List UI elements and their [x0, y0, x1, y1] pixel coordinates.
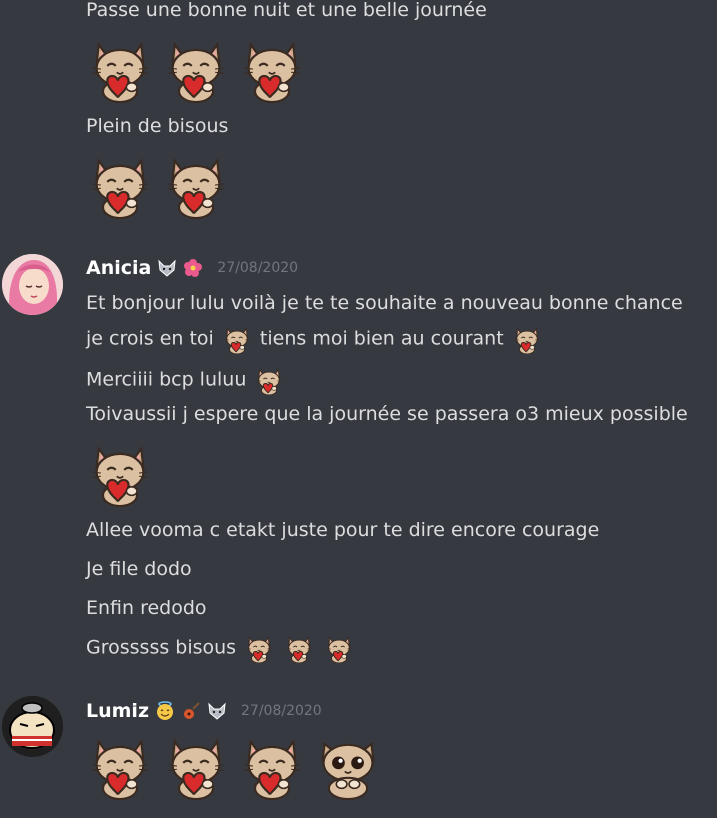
wolf-icon: [207, 701, 227, 721]
emoji-row: [86, 730, 382, 800]
angel-face-icon: [155, 701, 175, 721]
cat-heart-emoji-icon[interactable]: [162, 33, 230, 103]
message-text: Enfin redodo: [86, 597, 207, 619]
cat-heart-emoji-icon[interactable]: [86, 149, 154, 219]
message-text: Toivaussii j espere que la journée se pa…: [86, 403, 688, 425]
text-segment: je crois en toi: [86, 327, 214, 350]
cat-heart-emoji-icon[interactable]: [86, 437, 154, 507]
message-text: Passe une bonne nuit et une belle journé…: [86, 0, 487, 21]
emoji-row: [86, 33, 306, 103]
avatar[interactable]: [2, 254, 63, 315]
cat-heart-emoji-icon[interactable]: [324, 633, 354, 663]
guitar-icon: [181, 701, 201, 721]
cat-heart-emoji-icon[interactable]: [222, 324, 252, 354]
emoji-row: [86, 437, 154, 507]
wolf-icon: [157, 258, 177, 278]
cat-heart-emoji-icon[interactable]: [86, 730, 154, 800]
message-text-with-emoji: Grosssss bisous: [86, 633, 356, 663]
cat-heart-emoji-icon[interactable]: [512, 324, 542, 354]
hibiscus-icon: [183, 258, 203, 278]
avatar-image: [2, 254, 63, 315]
cat-heart-emoji-icon[interactable]: [244, 633, 274, 663]
emoji-row: [86, 149, 230, 219]
cat-heart-emoji-icon[interactable]: [162, 730, 230, 800]
message-text: Allee vooma c etakt juste pour te dire e…: [86, 519, 600, 541]
text-segment: Merciiii bcp luluu: [86, 368, 247, 391]
cat-pleading-emoji-icon[interactable]: [314, 730, 382, 800]
message-text: Je file dodo: [86, 558, 192, 580]
timestamp: 27/08/2020: [241, 703, 322, 719]
cat-heart-emoji-icon[interactable]: [86, 33, 154, 103]
message-header: Anicia 27/08/2020: [86, 257, 298, 279]
message-header: Lumiz 27/08/2020: [86, 700, 322, 722]
timestamp: 27/08/2020: [217, 260, 299, 276]
cat-heart-emoji-icon[interactable]: [238, 730, 306, 800]
avatar-image: [2, 696, 63, 757]
message-text: Et bonjour lulu voilà je te te souhaite …: [86, 292, 683, 314]
avatar[interactable]: [2, 696, 63, 757]
cat-heart-emoji-icon[interactable]: [284, 633, 314, 663]
cat-heart-emoji-icon[interactable]: [162, 149, 230, 219]
cat-heart-emoji-icon[interactable]: [238, 33, 306, 103]
text-segment: Grosssss bisous: [86, 636, 237, 659]
username[interactable]: Lumiz: [86, 700, 149, 722]
text-segment: tiens moi bien au courant: [259, 327, 504, 350]
message-text-with-emoji: je crois en toi tiens moi bien au couran…: [86, 324, 544, 354]
username[interactable]: Anicia: [86, 257, 151, 279]
message-text-with-emoji: Merciiii bcp luluu: [86, 365, 286, 395]
message-text: Plein de bisous: [86, 115, 229, 137]
cat-heart-emoji-icon[interactable]: [254, 365, 284, 395]
